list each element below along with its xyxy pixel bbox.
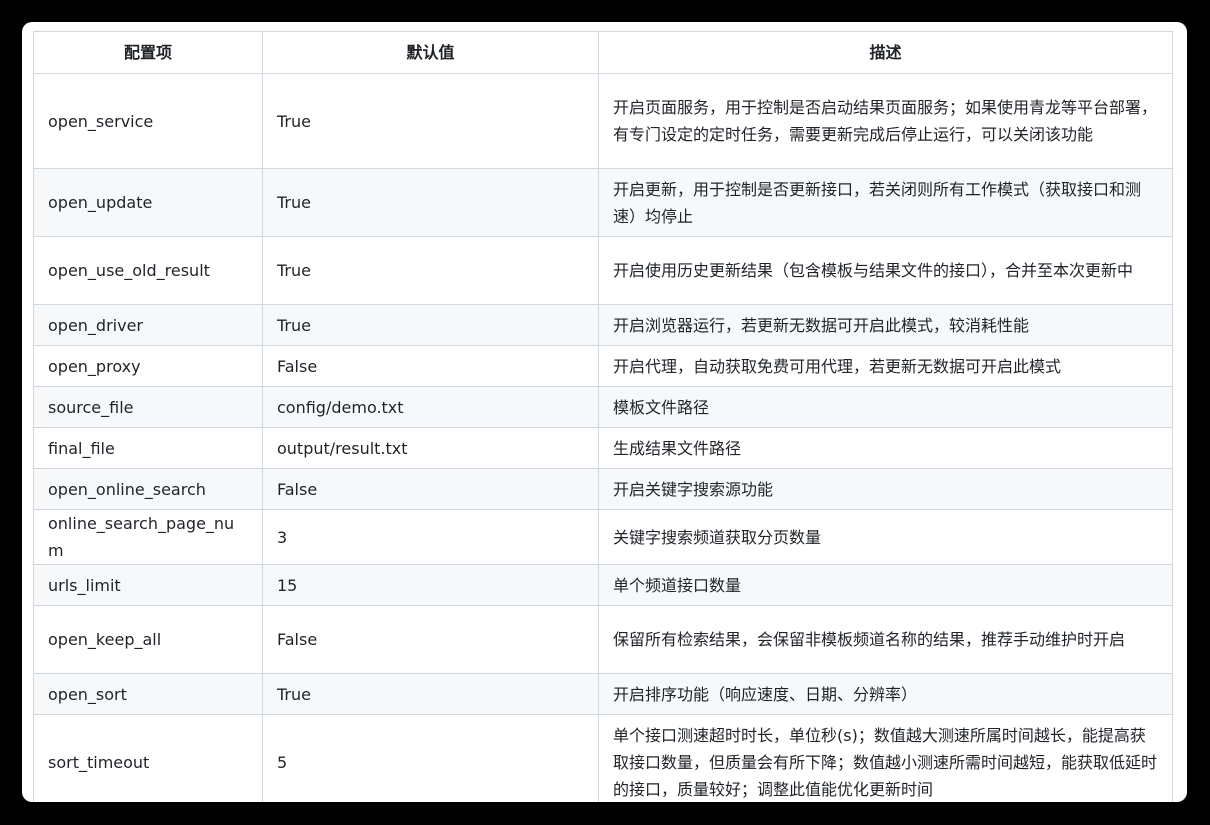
table-row: source_file config/demo.txt 模板文件路径 xyxy=(33,386,1173,428)
table-row: open_service True 开启页面服务，用于控制是否启动结果页面服务；… xyxy=(33,73,1173,169)
config-key: open_sort xyxy=(33,673,263,715)
description: 开启关键字搜索源功能 xyxy=(598,468,1173,510)
default-value: output/result.txt xyxy=(262,427,599,469)
default-value: 3 xyxy=(262,509,599,565)
table-row: open_online_search False 开启关键字搜索源功能 xyxy=(33,468,1173,510)
table-row: urls_limit 15 单个频道接口数量 xyxy=(33,564,1173,606)
table-row: open_sort True 开启排序功能（响应速度、日期、分辨率） xyxy=(33,673,1173,715)
default-value: True xyxy=(262,168,599,237)
table-row: open_driver True 开启浏览器运行，若更新无数据可开启此模式，较消… xyxy=(33,304,1173,346)
description: 开启浏览器运行，若更新无数据可开启此模式，较消耗性能 xyxy=(598,304,1173,346)
config-key: urls_limit xyxy=(33,564,263,606)
default-value: 15 xyxy=(262,564,599,606)
default-value: config/demo.txt xyxy=(262,386,599,428)
table-row: open_proxy False 开启代理，自动获取免费可用代理，若更新无数据可… xyxy=(33,345,1173,387)
description: 开启排序功能（响应速度、日期、分辨率） xyxy=(598,673,1173,715)
table-row: final_file output/result.txt 生成结果文件路径 xyxy=(33,427,1173,469)
table-row: open_keep_all False 保留所有检索结果，会保留非模板频道名称的… xyxy=(33,605,1173,674)
table-row: sort_timeout 5 单个接口测速超时时长，单位秒(s)；数值越大测速所… xyxy=(33,714,1173,802)
description: 生成结果文件路径 xyxy=(598,427,1173,469)
description: 保留所有检索结果，会保留非模板频道名称的结果，推荐手动维护时开启 xyxy=(598,605,1173,674)
description: 开启页面服务，用于控制是否启动结果页面服务；如果使用青龙等平台部署，有专门设定的… xyxy=(598,73,1173,169)
default-value: True xyxy=(262,673,599,715)
description: 单个频道接口数量 xyxy=(598,564,1173,606)
config-key: open_update xyxy=(33,168,263,237)
config-key: open_driver xyxy=(33,304,263,346)
description: 关键字搜索频道获取分页数量 xyxy=(598,509,1173,565)
header-config-item: 配置项 xyxy=(33,31,263,74)
config-key: open_use_old_result xyxy=(33,236,263,305)
table-row: online_search_page_num 3 关键字搜索频道获取分页数量 xyxy=(33,509,1173,565)
default-value: True xyxy=(262,236,599,305)
description: 单个接口测速超时时长，单位秒(s)；数值越大测速所属时间越长，能提高获取接口数量… xyxy=(598,714,1173,802)
default-value: True xyxy=(262,304,599,346)
config-key: source_file xyxy=(33,386,263,428)
description: 开启更新，用于控制是否更新接口，若关闭则所有工作模式（获取接口和测速）均停止 xyxy=(598,168,1173,237)
default-value: False xyxy=(262,605,599,674)
config-key: open_service xyxy=(33,73,263,169)
table-row: open_use_old_result True 开启使用历史更新结果（包含模板… xyxy=(33,236,1173,305)
config-key: final_file xyxy=(33,427,263,469)
table-header: 配置项 默认值 描述 xyxy=(33,31,1173,74)
default-value: False xyxy=(262,345,599,387)
config-key: open_proxy xyxy=(33,345,263,387)
description: 模板文件路径 xyxy=(598,386,1173,428)
config-key: sort_timeout xyxy=(33,714,263,802)
config-table: 配置项 默认值 描述 open_service True 开启页面服务，用于控制… xyxy=(33,31,1173,802)
config-key: open_keep_all xyxy=(33,605,263,674)
description: 开启使用历史更新结果（包含模板与结果文件的接口），合并至本次更新中 xyxy=(598,236,1173,305)
default-value: True xyxy=(262,73,599,169)
config-key: online_search_page_num xyxy=(33,509,263,565)
default-value: 5 xyxy=(262,714,599,802)
default-value: False xyxy=(262,468,599,510)
header-description: 描述 xyxy=(598,31,1173,74)
config-key: open_online_search xyxy=(33,468,263,510)
table-row: open_update True 开启更新，用于控制是否更新接口，若关闭则所有工… xyxy=(33,168,1173,237)
content-card: 配置项 默认值 描述 open_service True 开启页面服务，用于控制… xyxy=(22,22,1187,802)
header-default-value: 默认值 xyxy=(262,31,599,74)
description: 开启代理，自动获取免费可用代理，若更新无数据可开启此模式 xyxy=(598,345,1173,387)
